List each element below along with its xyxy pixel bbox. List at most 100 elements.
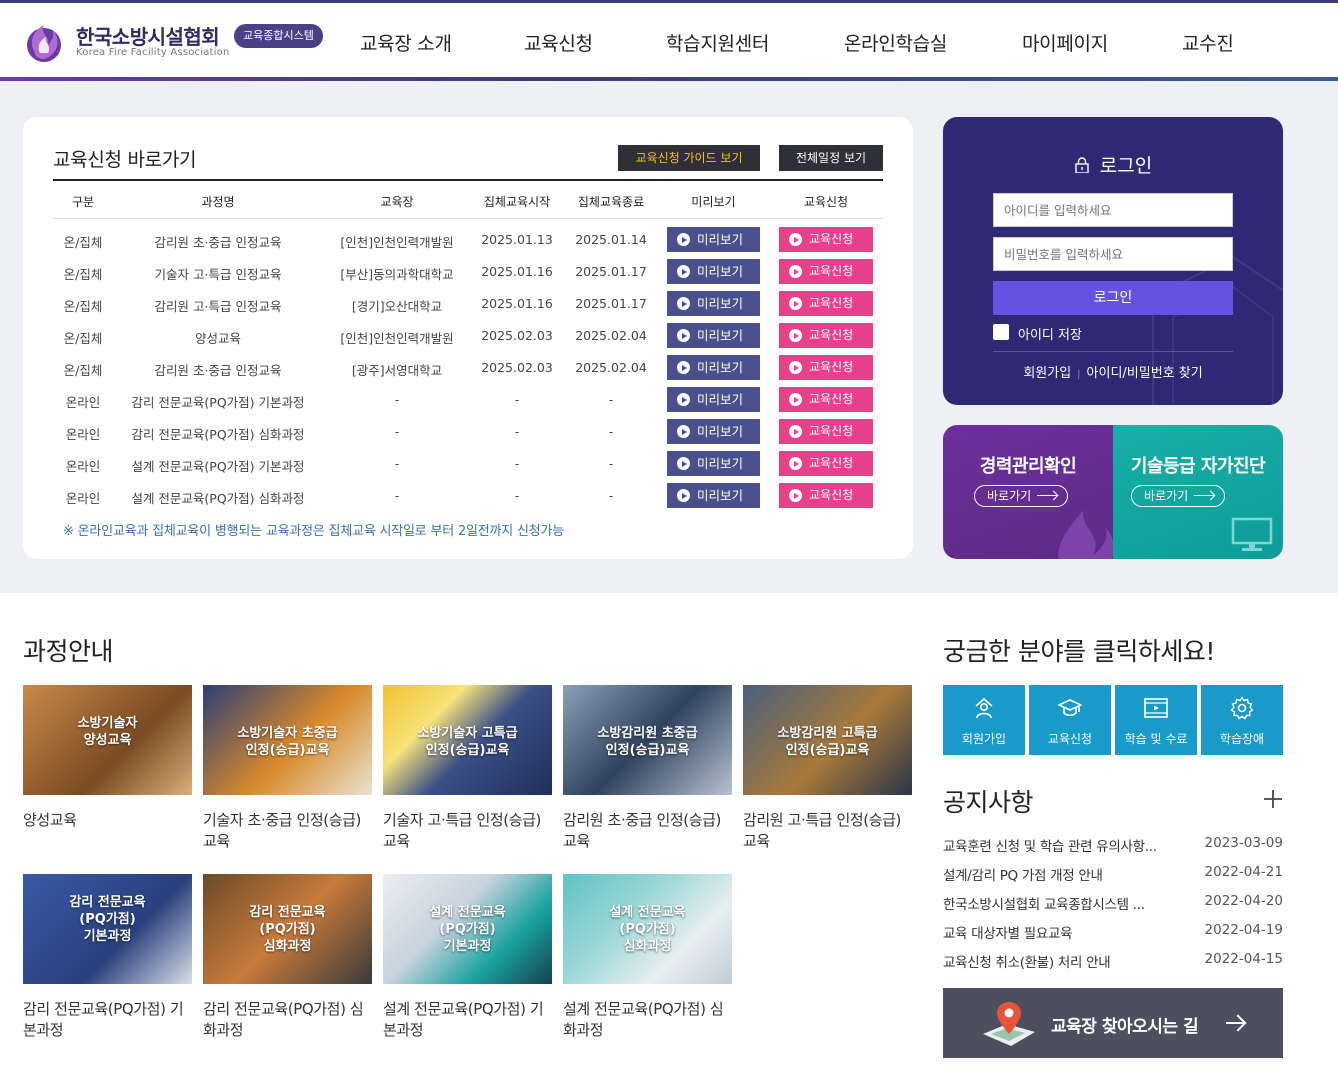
- play-icon: [789, 233, 802, 246]
- notice-item-date: 2022-04-19: [1204, 922, 1283, 938]
- skill-grade-go-button[interactable]: 바로가기: [1131, 485, 1225, 507]
- course-thumbnail-line: (PQ가점): [79, 912, 136, 927]
- save-id-checkbox[interactable]: [993, 324, 1009, 340]
- course-thumbnail[interactable]: 소방기술자 양성교육: [23, 685, 192, 795]
- preview-button[interactable]: 미리보기: [667, 355, 760, 380]
- nav-item-learning-support[interactable]: 학습지원센터: [666, 29, 769, 56]
- find-account-link[interactable]: 아이디/비밀번호 찾기: [1087, 366, 1203, 381]
- notice-item[interactable]: 설계/감리 PQ 가점 개정 안내 2022-04-21: [943, 864, 1283, 884]
- course-thumbnail-text: 소방감리원 고특급 인정(승급)교육: [743, 725, 912, 759]
- table-row: 온라인 감리 전문교육(PQ가점) 심화과정 - - - 미리보기 교육신청: [53, 415, 883, 447]
- login-password-input[interactable]: [993, 237, 1233, 271]
- play-icon: [677, 361, 690, 374]
- apply-button[interactable]: 교육신청: [779, 483, 873, 508]
- nav-item-mypage[interactable]: 마이페이지: [1022, 29, 1108, 56]
- skill-grade-title: 기술등급 자가진단: [1130, 456, 1266, 477]
- notice-item-title[interactable]: 설계/감리 PQ 가점 개정 안내: [943, 864, 1183, 884]
- preview-button[interactable]: 미리보기: [667, 227, 760, 252]
- apply-button[interactable]: 교육신청: [779, 323, 873, 348]
- directions-banner[interactable]: 교육장 찾아오시는 길: [943, 988, 1283, 1058]
- apply-button[interactable]: 교육신청: [779, 227, 873, 252]
- quick-tile-apply[interactable]: 교육신청: [1029, 685, 1111, 755]
- notice-item-title[interactable]: 한국소방시설협회 교육종합시스템 ...: [943, 893, 1183, 913]
- course-thumbnail[interactable]: 소방기술자 고특급 인정(승급)교육: [383, 685, 552, 795]
- preview-button[interactable]: 미리보기: [667, 259, 760, 284]
- row-course: 감리 전문교육(PQ가점) 심화과정: [131, 427, 305, 442]
- notice-item[interactable]: 한국소방시설협회 교육종합시스템 ... 2022-04-20: [943, 893, 1283, 913]
- login-button[interactable]: 로그인: [993, 281, 1233, 315]
- row-start: -: [514, 424, 520, 439]
- notice-item[interactable]: 교육훈련 신청 및 학습 관련 유의사항... 2023-03-09: [943, 835, 1283, 855]
- row-venue: [부산]동의과학대학교: [340, 267, 454, 282]
- course-caption[interactable]: 감리 전문교육(PQ가점) 심화과정: [203, 999, 375, 1041]
- row-start: -: [514, 456, 520, 471]
- course-thumbnail[interactable]: 설계 전문교육 (PQ가점) 심화과정: [563, 874, 732, 984]
- career-check-banner[interactable]: 경력관리확인 바로가기: [943, 425, 1113, 559]
- apply-label: 교육신청: [809, 296, 854, 310]
- course-caption[interactable]: 설계 전문교육(PQ가점) 기본과정: [383, 999, 555, 1041]
- preview-button[interactable]: 미리보기: [667, 419, 760, 444]
- course-caption[interactable]: 감리 전문교육(PQ가점) 기본과정: [23, 999, 195, 1041]
- quick-tile-join[interactable]: 회원가입: [943, 685, 1025, 755]
- preview-button[interactable]: 미리보기: [667, 387, 760, 412]
- career-check-go-button[interactable]: 바로가기: [974, 485, 1068, 507]
- nav-item-apply[interactable]: 교육신청: [524, 29, 593, 56]
- course-caption[interactable]: 설계 전문교육(PQ가점) 심화과정: [563, 999, 735, 1041]
- play-icon: [789, 489, 802, 502]
- course-thumbnail[interactable]: 감리 전문교육 (PQ가점) 심화과정: [203, 874, 372, 984]
- course-caption[interactable]: 양성교육: [23, 810, 195, 831]
- quick-tile-trouble[interactable]: 학습장애: [1201, 685, 1283, 755]
- apply-label: 교육신청: [809, 488, 854, 502]
- apply-button[interactable]: 교육신청: [779, 291, 873, 316]
- apply-button[interactable]: 교육신청: [779, 387, 873, 412]
- course-thumbnail-text: 설계 전문교육 (PQ가점) 기본과정: [383, 904, 552, 955]
- site-logo[interactable]: 한국소방시설협회 Korea Fire Facility Association…: [22, 19, 352, 65]
- logo-title: 한국소방시설협회: [76, 25, 220, 49]
- full-schedule-button[interactable]: 전체일정 보기: [779, 145, 883, 171]
- preview-button[interactable]: 미리보기: [667, 483, 760, 508]
- schedule-note: ※ 온라인교육과 집체교육이 병행되는 교육과정은 집체교육 시작일로 부터 2…: [63, 524, 565, 539]
- preview-button[interactable]: 미리보기: [667, 323, 760, 348]
- notice-item-title[interactable]: 교육신청 취소(환불) 처리 안내: [943, 951, 1183, 971]
- apply-button[interactable]: 교육신청: [779, 259, 873, 284]
- login-id-input[interactable]: [993, 193, 1233, 227]
- course-thumbnail[interactable]: 소방감리원 고특급 인정(승급)교육: [743, 685, 912, 795]
- course-shortcut-card: 교육신청 바로가기 교육신청 가이드 보기 전체일정 보기 구분 과정명 교육장…: [23, 117, 913, 559]
- row-venue: [인천]인천인력개발원: [340, 235, 454, 250]
- play-icon: [677, 297, 690, 310]
- course-thumbnail[interactable]: 소방감리원 초중급 인정(승급)교육: [563, 685, 732, 795]
- join-link[interactable]: 회원가입: [1023, 366, 1071, 381]
- notice-item-title[interactable]: 교육훈련 신청 및 학습 관련 유의사항...: [943, 835, 1183, 855]
- notice-item[interactable]: 교육신청 취소(환불) 처리 안내 2022-04-15: [943, 951, 1283, 971]
- course-caption[interactable]: 기술자 초·중급 인정(승급) 교육: [203, 810, 375, 852]
- apply-button[interactable]: 교육신청: [779, 419, 873, 444]
- preview-button[interactable]: 미리보기: [667, 291, 760, 316]
- play-icon: [677, 457, 690, 470]
- notice-item[interactable]: 교육 대상자별 필요교육 2022-04-19: [943, 922, 1283, 942]
- course-thumbnail-text: 소방감리원 초중급 인정(승급)교육: [563, 725, 732, 759]
- course-thumbnail[interactable]: 소방기술자 초중급 인정(승급)교육: [203, 685, 372, 795]
- quick-tile-learning-label: 학습 및 수료: [1124, 732, 1188, 746]
- course-caption[interactable]: 감리원 고·특급 인정(승급) 교육: [743, 810, 915, 852]
- skill-grade-banner[interactable]: 기술등급 자가진단 바로가기: [1113, 425, 1283, 559]
- play-icon: [789, 265, 802, 278]
- course-thumbnail-line: 설계 전문교육: [429, 905, 506, 920]
- quick-tile-learning[interactable]: 학습 및 수료: [1115, 685, 1197, 755]
- nav-item-center-intro[interactable]: 교육장 소개: [360, 29, 452, 56]
- course-thumbnail[interactable]: 설계 전문교육 (PQ가점) 기본과정: [383, 874, 552, 984]
- preview-label: 미리보기: [697, 296, 744, 311]
- apply-guide-button[interactable]: 교육신청 가이드 보기: [618, 145, 760, 171]
- nav-item-online-class[interactable]: 온라인학습실: [844, 29, 947, 56]
- notice-item-title[interactable]: 교육 대상자별 필요교육: [943, 922, 1183, 942]
- nav-item-faculty[interactable]: 교수진: [1182, 29, 1234, 56]
- preview-button[interactable]: 미리보기: [667, 451, 760, 476]
- save-id-label[interactable]: 아이디 저장: [1018, 324, 1082, 343]
- course-caption[interactable]: 감리원 초·중급 인정(승급) 교육: [563, 810, 735, 852]
- course-thumbnail[interactable]: 감리 전문교육 (PQ가점) 기본과정: [23, 874, 192, 984]
- course-caption[interactable]: 기술자 고·특급 인정(승급) 교육: [383, 810, 555, 852]
- apply-button[interactable]: 교육신청: [779, 355, 873, 380]
- apply-button[interactable]: 교육신청: [779, 451, 873, 476]
- row-type: 온/집체: [63, 363, 103, 378]
- plus-icon[interactable]: [1262, 788, 1284, 810]
- course-thumbnail-line: 양성교육: [83, 733, 132, 748]
